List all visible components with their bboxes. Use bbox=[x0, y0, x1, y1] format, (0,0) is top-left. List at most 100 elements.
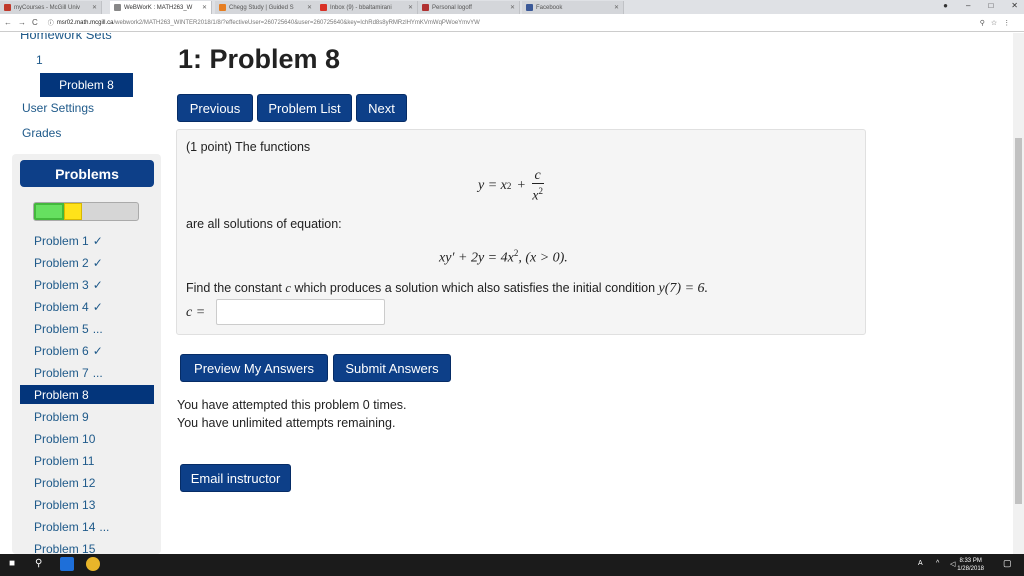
problem-label: Problem 7 bbox=[34, 365, 89, 380]
tab-close-icon[interactable]: ✕ bbox=[408, 4, 413, 11]
tab-favicon-icon bbox=[320, 4, 327, 11]
previous-button[interactable]: Previous bbox=[177, 94, 253, 122]
browser-tab[interactable]: myCourses - McGill Univ ✕ bbox=[0, 1, 102, 14]
reload-icon[interactable]: C bbox=[32, 18, 38, 27]
page-scrollbar[interactable] bbox=[1013, 33, 1024, 554]
tray-arrow-icon[interactable]: ^ bbox=[936, 560, 939, 567]
tab-close-icon[interactable]: ✕ bbox=[202, 4, 207, 11]
problem-label: Problem 11 bbox=[34, 453, 95, 468]
sidebar-problem-item[interactable]: Problem 13 bbox=[20, 495, 154, 514]
sidebar-problem-item[interactable]: Problem 12 bbox=[20, 473, 154, 492]
tab-close-icon[interactable]: ✕ bbox=[307, 4, 312, 11]
menu-icon[interactable]: ⋮ bbox=[1003, 19, 1010, 27]
next-button[interactable]: Next bbox=[356, 94, 407, 122]
problem-label: Problem 2 bbox=[34, 255, 89, 270]
sidebar-problem-item[interactable]: Problem 15 bbox=[20, 539, 154, 555]
browser-tab[interactable]: Facebook ✕ bbox=[522, 1, 624, 14]
clock[interactable]: 8:33 PM 1/28/2018 bbox=[957, 557, 984, 573]
sidebar-problem-item[interactable]: Problem 11 bbox=[20, 451, 154, 470]
problem-label: Problem 3 bbox=[34, 277, 89, 292]
back-icon[interactable]: ← bbox=[4, 18, 12, 27]
formula1-plus: + bbox=[517, 178, 526, 193]
tab-close-icon[interactable]: ✕ bbox=[614, 4, 619, 11]
problem-label: Problem 12 bbox=[34, 475, 96, 490]
initial-condition: y(7) = 6. bbox=[658, 281, 709, 296]
notification-icon[interactable]: ▢ bbox=[1003, 558, 1012, 569]
webwork-page: Homework Sets 1 Problem 8 User Settings … bbox=[0, 33, 1013, 554]
scrollbar-thumb[interactable] bbox=[1015, 138, 1022, 504]
answer-input[interactable] bbox=[216, 299, 385, 325]
question-var: c bbox=[285, 281, 291, 295]
formula-equation: xy′ + 2y = 4x2, (x > 0). bbox=[439, 248, 568, 267]
browser-tab[interactable]: Chegg Study | Guided S ✕ bbox=[215, 1, 317, 14]
sidebar-problem-item[interactable]: Problem 8 bbox=[20, 385, 154, 404]
star-icon[interactable]: ☆ bbox=[991, 19, 997, 27]
tab-close-icon[interactable]: ✕ bbox=[510, 4, 515, 11]
browser-tab[interactable]: WeBWorK : MATH263_W ✕ bbox=[110, 1, 212, 14]
progress-bar bbox=[33, 202, 139, 221]
tab-close-icon[interactable]: ✕ bbox=[92, 4, 97, 11]
sidebar-problem-item[interactable]: Problem 14... bbox=[20, 517, 154, 536]
window-controls: ● – □ ✕ bbox=[943, 1, 1018, 10]
address-bar: ← → C ⓘ msr02.math.mcgill.ca/webwork2/MA… bbox=[0, 14, 1024, 32]
problem-question: Find the constant c which produces a sol… bbox=[186, 281, 708, 297]
sidebar-problem-item[interactable]: Problem 1 ✓ bbox=[20, 231, 154, 250]
maximize-button[interactable]: □ bbox=[988, 1, 993, 10]
tab-favicon-icon bbox=[219, 4, 226, 11]
problem-label: Problem 1 bbox=[34, 233, 89, 248]
problem-status: ✓ bbox=[92, 255, 103, 270]
minimize-button[interactable]: – bbox=[966, 1, 970, 10]
sidebar-problem-item[interactable]: Problem 4 ✓ bbox=[20, 297, 154, 316]
sidebar-problem-item[interactable]: Problem 9 bbox=[20, 407, 154, 426]
forward-icon[interactable]: → bbox=[18, 18, 26, 27]
zoom-icon[interactable]: ⚲ bbox=[980, 19, 985, 27]
problem-label: Problem 13 bbox=[34, 497, 96, 512]
people-icon[interactable]: A bbox=[918, 560, 923, 567]
sidebar-problem-item[interactable]: Problem 5... bbox=[20, 319, 154, 338]
problem-status: ✓ bbox=[92, 299, 103, 314]
skype-icon[interactable] bbox=[60, 557, 74, 571]
problem-list-button[interactable]: Problem List bbox=[257, 94, 352, 122]
formula2-part2: , (x > 0). bbox=[518, 250, 568, 266]
email-instructor-button[interactable]: Email instructor bbox=[180, 464, 291, 492]
start-icon[interactable]: ■ bbox=[9, 558, 15, 569]
browser-tab[interactable]: Inbox (9) - bbaltamirani ✕ bbox=[316, 1, 418, 14]
tab-favicon-icon bbox=[526, 4, 533, 11]
url-field[interactable]: ⓘ msr02.math.mcgill.ca/webwork2/MATH263_… bbox=[46, 17, 976, 29]
sidebar-active-problem[interactable]: Problem 8 bbox=[40, 73, 133, 97]
browser-tab[interactable]: Personal logoff ✕ bbox=[418, 1, 520, 14]
problem-label: Problem 9 bbox=[34, 409, 89, 424]
tab-favicon-icon bbox=[422, 4, 429, 11]
volume-icon[interactable]: ◁ bbox=[950, 560, 955, 568]
sidebar-problem-item[interactable]: Problem 10 bbox=[20, 429, 154, 448]
progress-correct bbox=[34, 203, 64, 220]
sidebar-grades[interactable]: Grades bbox=[22, 126, 61, 140]
info-icon: ⓘ bbox=[47, 21, 54, 27]
formula1-exp: 2 bbox=[506, 181, 512, 191]
problem-label: Problem 4 bbox=[34, 299, 89, 314]
sidebar-problem-item[interactable]: Problem 7... bbox=[20, 363, 154, 382]
sidebar-problem-item[interactable]: Problem 6 ✓ bbox=[20, 341, 154, 360]
problem-intro: (1 point) The functions bbox=[186, 140, 311, 154]
sidebar-user-settings[interactable]: User Settings bbox=[22, 101, 94, 115]
sidebar-problem-item[interactable]: Problem 3 ✓ bbox=[20, 275, 154, 294]
close-window-button[interactable]: ✕ bbox=[1011, 1, 1018, 10]
search-icon[interactable]: ⚲ bbox=[35, 558, 42, 569]
tab-label: Chegg Study | Guided S bbox=[229, 4, 294, 11]
chrome-icon[interactable] bbox=[86, 557, 100, 571]
tab-favicon-icon bbox=[4, 4, 11, 11]
problem-status: ✓ bbox=[92, 233, 103, 248]
question-after: which produces a solution which also sat… bbox=[294, 281, 656, 295]
submit-answers-button[interactable]: Submit Answers bbox=[333, 354, 451, 382]
formula1-fraction: c x2 bbox=[529, 168, 546, 204]
formula-functions: y = x2 + c x2 bbox=[478, 168, 546, 204]
formula1-den-exp: 2 bbox=[538, 186, 544, 197]
preview-answers-button[interactable]: Preview My Answers bbox=[180, 354, 328, 382]
url-host: msr02.math.mcgill.ca bbox=[56, 19, 114, 26]
problem-status: ✓ bbox=[92, 343, 103, 358]
progress-partial bbox=[64, 203, 82, 220]
sidebar-problem-item[interactable]: Problem 2 ✓ bbox=[20, 253, 154, 272]
sidebar-set-1[interactable]: 1 bbox=[36, 53, 43, 67]
profile-icon[interactable]: ● bbox=[943, 1, 948, 10]
sidebar-homework-sets[interactable]: Homework Sets bbox=[20, 33, 112, 42]
